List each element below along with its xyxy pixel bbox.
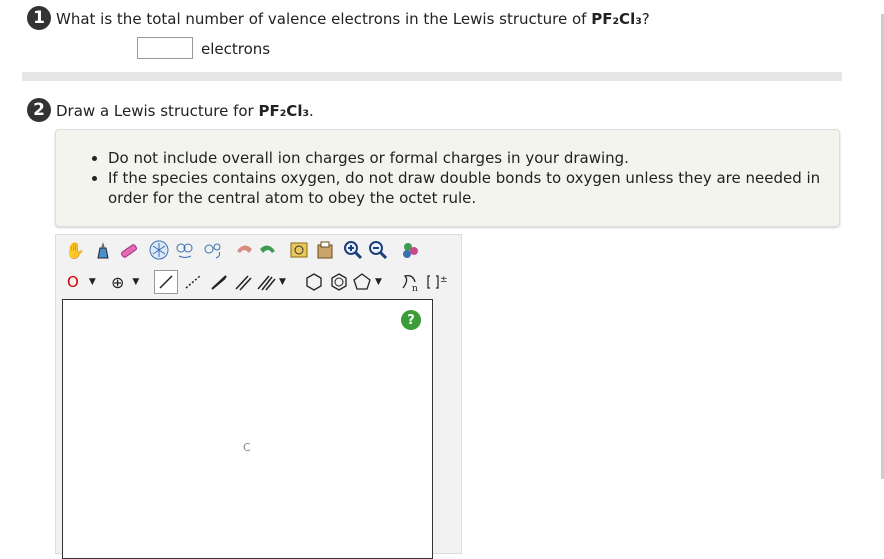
instruction-item: If the species contains oxygen, do not d… <box>108 168 839 208</box>
pentagon-icon[interactable]: ▼ <box>352 270 388 294</box>
question-1-suffix: ? <box>641 10 650 28</box>
benzene-icon[interactable] <box>327 270 351 294</box>
cyclohexane-icon[interactable] <box>302 270 326 294</box>
atom-selector[interactable]: O ▼ <box>63 270 103 294</box>
dashed-bond-icon[interactable] <box>181 270 205 294</box>
question-2-prompt: Draw a Lewis structure for <box>56 102 254 120</box>
hand-icon[interactable]: ✋ <box>63 238 87 262</box>
drawing-canvas[interactable] <box>62 299 433 559</box>
flip-icon[interactable] <box>201 238 225 262</box>
charge-selector-value: ⊕ <box>111 272 125 292</box>
color-icon[interactable] <box>399 238 423 262</box>
question-2-formula: PF₂Cl₃ <box>258 102 310 120</box>
atom-selector-value: O <box>67 273 79 291</box>
rotate-icon[interactable] <box>174 238 198 262</box>
instruction-item: Do not include overall ion charges or fo… <box>108 148 839 168</box>
svg-text:±: ± <box>440 275 448 285</box>
triple-bond-icon[interactable]: ▼ <box>256 270 292 294</box>
help-button[interactable]: ? <box>401 310 421 330</box>
section-divider <box>22 72 842 81</box>
eraser-icon[interactable] <box>117 238 141 262</box>
chevron-down-icon: ▼ <box>132 277 140 287</box>
canvas-atom-label[interactable]: C <box>243 441 251 454</box>
chevron-down-icon: ▼ <box>279 277 286 287</box>
svg-text:n: n <box>412 284 418 292</box>
zoom-out-icon[interactable] <box>366 238 390 262</box>
undo-icon[interactable] <box>232 238 256 262</box>
chevron-down-icon: ▼ <box>88 277 96 287</box>
chevron-down-icon: ▼ <box>375 277 382 287</box>
question-1-formula: PF₂Cl₃ <box>591 10 642 28</box>
double-bond-icon[interactable] <box>231 270 255 294</box>
import-icon[interactable] <box>287 238 311 262</box>
instructions-box: Do not include overall ion charges or fo… <box>55 129 840 227</box>
redo-icon[interactable] <box>256 238 280 262</box>
sgroup-icon[interactable]: n <box>398 270 422 294</box>
charge-selector[interactable]: ⊕ ▼ <box>111 270 151 294</box>
question-number-2: 2 <box>27 98 51 122</box>
instructions-list: Do not include overall ion charges or fo… <box>56 148 839 208</box>
wedge-bond-icon[interactable] <box>207 270 231 294</box>
question-1-text: What is the total number of valence elec… <box>56 10 650 28</box>
question-2-suffix: . <box>309 102 314 120</box>
question-1-prompt: What is the total number of valence elec… <box>56 10 587 28</box>
template-icon[interactable] <box>147 238 171 262</box>
zoom-in-icon[interactable] <box>341 238 365 262</box>
clean-icon[interactable] <box>91 238 115 262</box>
single-bond-icon[interactable] <box>154 270 178 294</box>
export-icon[interactable] <box>313 238 337 262</box>
question-number-1: 1 <box>27 6 51 30</box>
electrons-unit-label: electrons <box>201 40 271 58</box>
electrons-answer-input[interactable] <box>137 37 193 59</box>
bracket-icon[interactable]: ± <box>425 270 449 294</box>
question-2-text: Draw a Lewis structure for PF₂Cl₃. <box>56 102 314 120</box>
